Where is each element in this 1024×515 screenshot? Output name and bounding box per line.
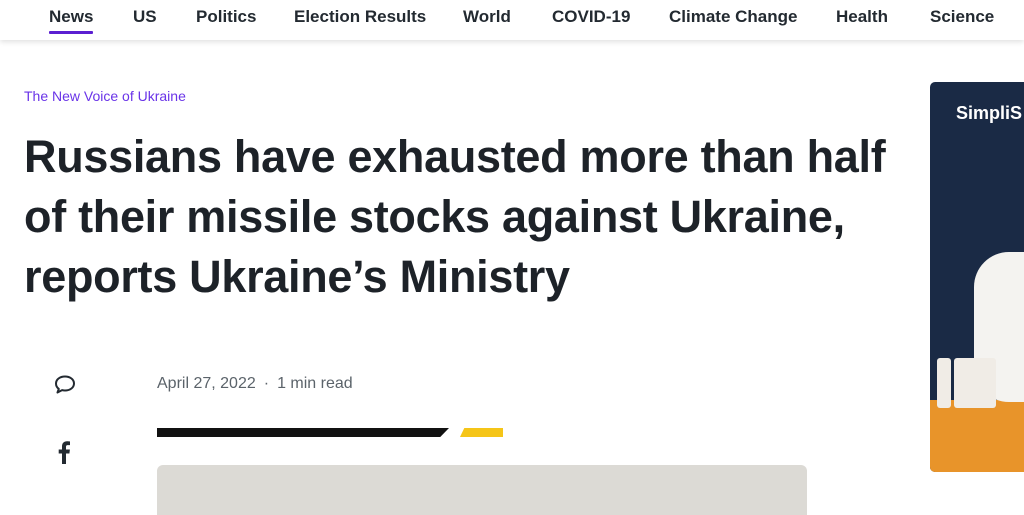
article-hero-image xyxy=(157,465,807,515)
nav-item-covid-19[interactable]: COVID-19 xyxy=(552,0,630,36)
ad-sensor-image xyxy=(937,358,951,408)
nav-item-politics[interactable]: Politics xyxy=(196,0,256,36)
article-category-link[interactable]: The New Voice of Ukraine xyxy=(24,88,186,104)
ad-brand-text: SimpliS xyxy=(956,103,1023,123)
divider-black xyxy=(157,428,449,437)
top-nav: News US Politics Election Results World … xyxy=(0,0,1024,40)
nav-item-health[interactable]: Health xyxy=(836,0,888,36)
nav-item-science[interactable]: Science xyxy=(930,0,994,36)
comment-icon[interactable] xyxy=(51,371,79,399)
nav-item-us[interactable]: US xyxy=(133,0,157,36)
nav-item-news[interactable]: News xyxy=(49,0,94,36)
read-time: 1 min read xyxy=(277,375,353,392)
article-headline: Russians have exhausted more than half o… xyxy=(24,131,886,302)
ad-sensor-image xyxy=(954,358,996,408)
meta-separator: · xyxy=(263,375,270,392)
nav-item-climate-change[interactable]: Climate Change xyxy=(669,0,797,36)
nav-item-world[interactable]: World xyxy=(463,0,511,36)
ad-floor-graphic xyxy=(930,400,1024,472)
nav-item-election-results[interactable]: Election Results xyxy=(294,0,426,36)
facebook-icon[interactable] xyxy=(50,438,78,466)
sidebar-advertisement[interactable]: SimpliS xyxy=(930,82,1024,472)
divider-yellow xyxy=(460,428,503,437)
article-meta: April 27, 2022 · 1 min read xyxy=(157,375,353,393)
publish-date: April 27, 2022 xyxy=(157,375,256,392)
